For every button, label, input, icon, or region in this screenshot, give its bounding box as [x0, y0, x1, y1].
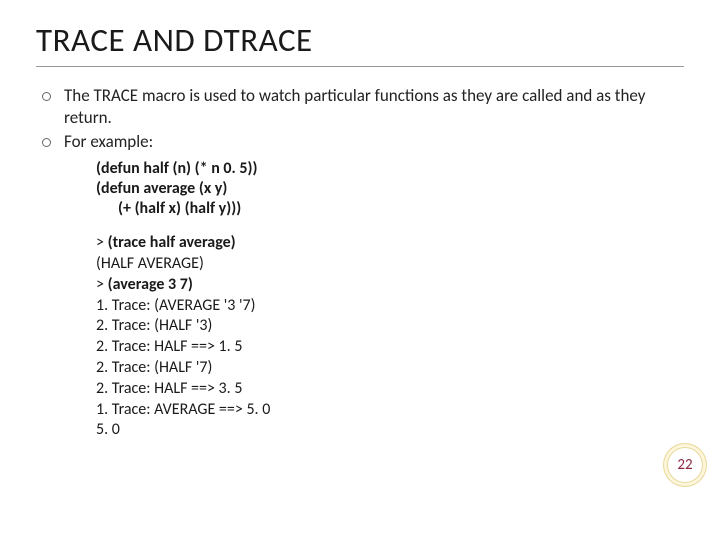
code-line: (+ (half x) (half y))): [96, 199, 684, 219]
prompt-symbol: >: [96, 233, 108, 252]
slide-content: TRACE AND DTRACE The TRACE macro is used…: [0, 0, 720, 461]
trace-output-block: > (trace half average) (HALF AVERAGE) > …: [36, 233, 684, 441]
trace-line: 2. Trace: (HALF '3): [96, 316, 684, 337]
bullet-item: For example:: [36, 131, 684, 153]
trace-line: > (trace half average): [96, 233, 684, 254]
trace-line: 5. 0: [96, 420, 684, 441]
trace-line: 1. Trace: AVERAGE ==> 5. 0: [96, 400, 684, 421]
trace-line: 2. Trace: (HALF '7): [96, 358, 684, 379]
slide-title: TRACE AND DTRACE: [36, 20, 684, 67]
trace-line: 2. Trace: HALF ==> 1. 5: [96, 337, 684, 358]
prompt-symbol: >: [96, 275, 108, 294]
trace-line: 1. Trace: (AVERAGE '3 '7): [96, 296, 684, 317]
code-line: (defun average (x y): [96, 179, 684, 199]
code-line: (defun half (n) (* n 0. 5)): [96, 159, 684, 179]
bullet-item: The TRACE macro is used to watch particu…: [36, 85, 684, 129]
page-number-value: 22: [677, 456, 692, 474]
code-definition-block: (defun half (n) (* n 0. 5)) (defun avera…: [36, 159, 684, 219]
bullet-list: The TRACE macro is used to watch particu…: [36, 85, 684, 153]
trace-line: (HALF AVERAGE): [96, 254, 684, 275]
page-number-badge: 22: [668, 448, 702, 482]
trace-input: (trace half average): [108, 233, 236, 252]
trace-input: (average 3 7): [108, 275, 193, 294]
trace-line: 2. Trace: HALF ==> 3. 5: [96, 379, 684, 400]
trace-line: > (average 3 7): [96, 275, 684, 296]
